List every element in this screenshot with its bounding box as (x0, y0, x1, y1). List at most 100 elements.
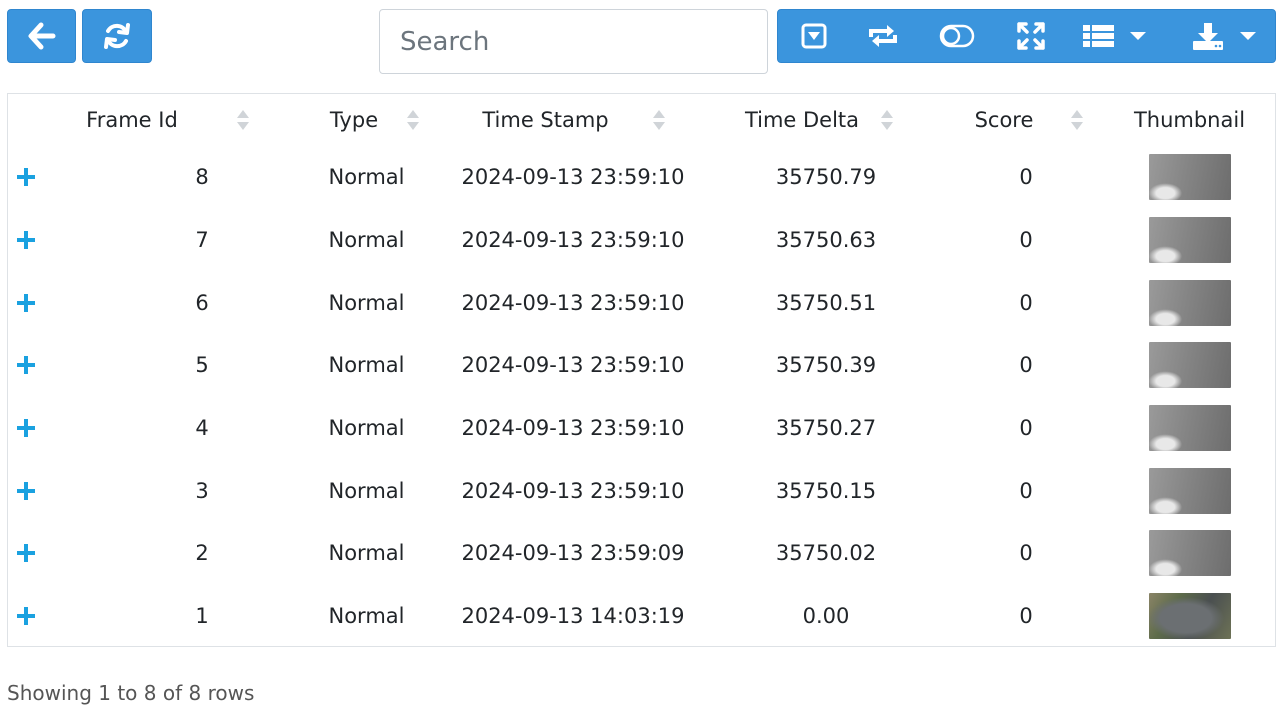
pagination-info: Showing 1 to 8 of 8 rows (7, 681, 255, 705)
thumbnail-image[interactable] (1148, 405, 1231, 452)
columns-list-icon (1083, 25, 1114, 47)
cell-type: Normal (328, 604, 405, 629)
cell-time-stamp: 2024-09-13 23:59:10 (461, 165, 685, 190)
thumbnail-image[interactable] (1148, 154, 1231, 201)
cell-score: 0 (1019, 416, 1033, 441)
cell-score: 0 (1019, 541, 1033, 566)
column-header-thumbnail: Thumbnail (1104, 94, 1275, 146)
toggle-view-button[interactable] (922, 10, 992, 62)
column-header-label: Time Stamp (482, 108, 609, 132)
plus-icon (17, 607, 35, 626)
thumbnail-image[interactable] (1148, 217, 1231, 264)
cell-time-delta: 35750.27 (775, 416, 877, 441)
column-header-label: Thumbnail (1133, 108, 1246, 132)
sort-icon (653, 110, 665, 130)
table-row: 2 Normal 2024-09-13 23:59:09 35750.02 0 (8, 522, 1275, 585)
cell-frame-id: 6 (195, 290, 209, 315)
cell-time-stamp: 2024-09-13 14:03:19 (461, 604, 685, 629)
thumbnail-image[interactable] (1148, 530, 1231, 577)
expand-row-button[interactable] (8, 293, 48, 313)
export-dropdown-button[interactable] (1180, 10, 1270, 62)
frames-table: Frame Id Type Time Stamp Time Delta Scor… (7, 93, 1276, 647)
plus-icon (17, 293, 35, 312)
cell-type: Normal (328, 541, 405, 566)
cell-time-stamp: 2024-09-13 23:59:10 (461, 416, 685, 441)
plus-icon (17, 231, 35, 250)
column-header-label: Score (974, 108, 1034, 132)
chevron-down-icon (1130, 32, 1146, 40)
plus-icon (17, 481, 35, 500)
thumbnail-image[interactable] (1148, 467, 1231, 514)
expand-row-button[interactable] (8, 355, 48, 375)
refresh-button[interactable] (82, 9, 152, 63)
sort-icon (1071, 110, 1083, 130)
cell-frame-id: 1 (195, 604, 209, 629)
cell-time-stamp: 2024-09-13 23:59:10 (461, 228, 685, 253)
cell-time-stamp: 2024-09-13 23:59:10 (461, 290, 685, 315)
cell-time-delta: 35750.63 (775, 228, 877, 253)
expand-row-button[interactable] (8, 418, 48, 438)
download-icon (1193, 23, 1223, 50)
arrow-left-icon (28, 22, 55, 50)
expand-column-header (8, 94, 48, 146)
expand-row-button[interactable] (8, 230, 48, 250)
table-row: 4 Normal 2024-09-13 23:59:10 35750.27 0 (8, 397, 1275, 460)
cell-score: 0 (1019, 478, 1033, 503)
cell-frame-id: 5 (195, 353, 209, 378)
column-header-label: Time Delta (744, 108, 860, 132)
toggle-filter-button[interactable] (782, 10, 846, 62)
cell-time-delta: 35750.39 (775, 353, 877, 378)
fullscreen-icon (1017, 22, 1045, 50)
chevron-down-icon (1240, 32, 1256, 40)
back-button[interactable] (7, 9, 76, 63)
cell-type: Normal (328, 165, 405, 190)
cell-time-delta: 35750.02 (775, 541, 877, 566)
cell-type: Normal (328, 416, 405, 441)
table-row: 1 Normal 2024-09-13 14:03:19 0.00 0 (8, 585, 1275, 648)
expand-row-button[interactable] (8, 543, 48, 563)
expand-row-button[interactable] (8, 606, 48, 626)
sort-icon (237, 110, 249, 130)
table-header-row: Frame Id Type Time Stamp Time Delta Scor… (8, 94, 1275, 146)
cell-score: 0 (1019, 228, 1033, 253)
cell-time-delta: 35750.79 (775, 165, 877, 190)
fullscreen-button[interactable] (996, 10, 1066, 62)
cell-frame-id: 8 (195, 165, 209, 190)
refresh-icon (104, 23, 130, 49)
table-row: 3 Normal 2024-09-13 23:59:10 35750.15 0 (8, 459, 1275, 522)
cell-time-delta: 35750.15 (775, 478, 877, 503)
cell-time-stamp: 2024-09-13 23:59:09 (461, 541, 685, 566)
cell-score: 0 (1019, 604, 1033, 629)
cell-score: 0 (1019, 353, 1033, 378)
cell-score: 0 (1019, 290, 1033, 315)
table-row: 7 Normal 2024-09-13 23:59:10 35750.63 0 (8, 209, 1275, 272)
search-input[interactable] (379, 9, 768, 74)
columns-dropdown-button[interactable] (1074, 10, 1156, 62)
cell-type: Normal (328, 353, 405, 378)
plus-icon (17, 419, 35, 438)
column-header-time-stamp[interactable]: Time Stamp (432, 94, 704, 146)
expand-row-button[interactable] (8, 167, 48, 187)
column-header-label: Type (329, 108, 379, 132)
expand-row-button[interactable] (8, 481, 48, 501)
thumbnail-image[interactable] (1148, 279, 1231, 326)
cell-type: Normal (328, 290, 405, 315)
table-row: 6 Normal 2024-09-13 23:59:10 35750.51 0 (8, 271, 1275, 334)
toggle-filter-icon (801, 23, 827, 49)
toggle-pagination-button[interactable] (848, 10, 918, 62)
column-header-frame-id[interactable]: Frame Id (48, 94, 276, 146)
cell-time-delta: 0.00 (802, 604, 850, 629)
thumbnail-image[interactable] (1148, 593, 1231, 640)
column-header-type[interactable]: Type (276, 94, 432, 146)
cell-frame-id: 4 (195, 416, 209, 441)
cell-type: Normal (328, 478, 405, 503)
column-header-time-delta[interactable]: Time Delta (704, 94, 924, 146)
table-row: 8 Normal 2024-09-13 23:59:10 35750.79 0 (8, 146, 1275, 209)
plus-icon (17, 168, 35, 187)
table-row: 5 Normal 2024-09-13 23:59:10 35750.39 0 (8, 334, 1275, 397)
toggle-icon (939, 24, 975, 48)
thumbnail-image[interactable] (1148, 342, 1231, 389)
sort-icon (881, 110, 893, 130)
table-toolbar (777, 9, 1276, 63)
column-header-score[interactable]: Score (924, 94, 1104, 146)
